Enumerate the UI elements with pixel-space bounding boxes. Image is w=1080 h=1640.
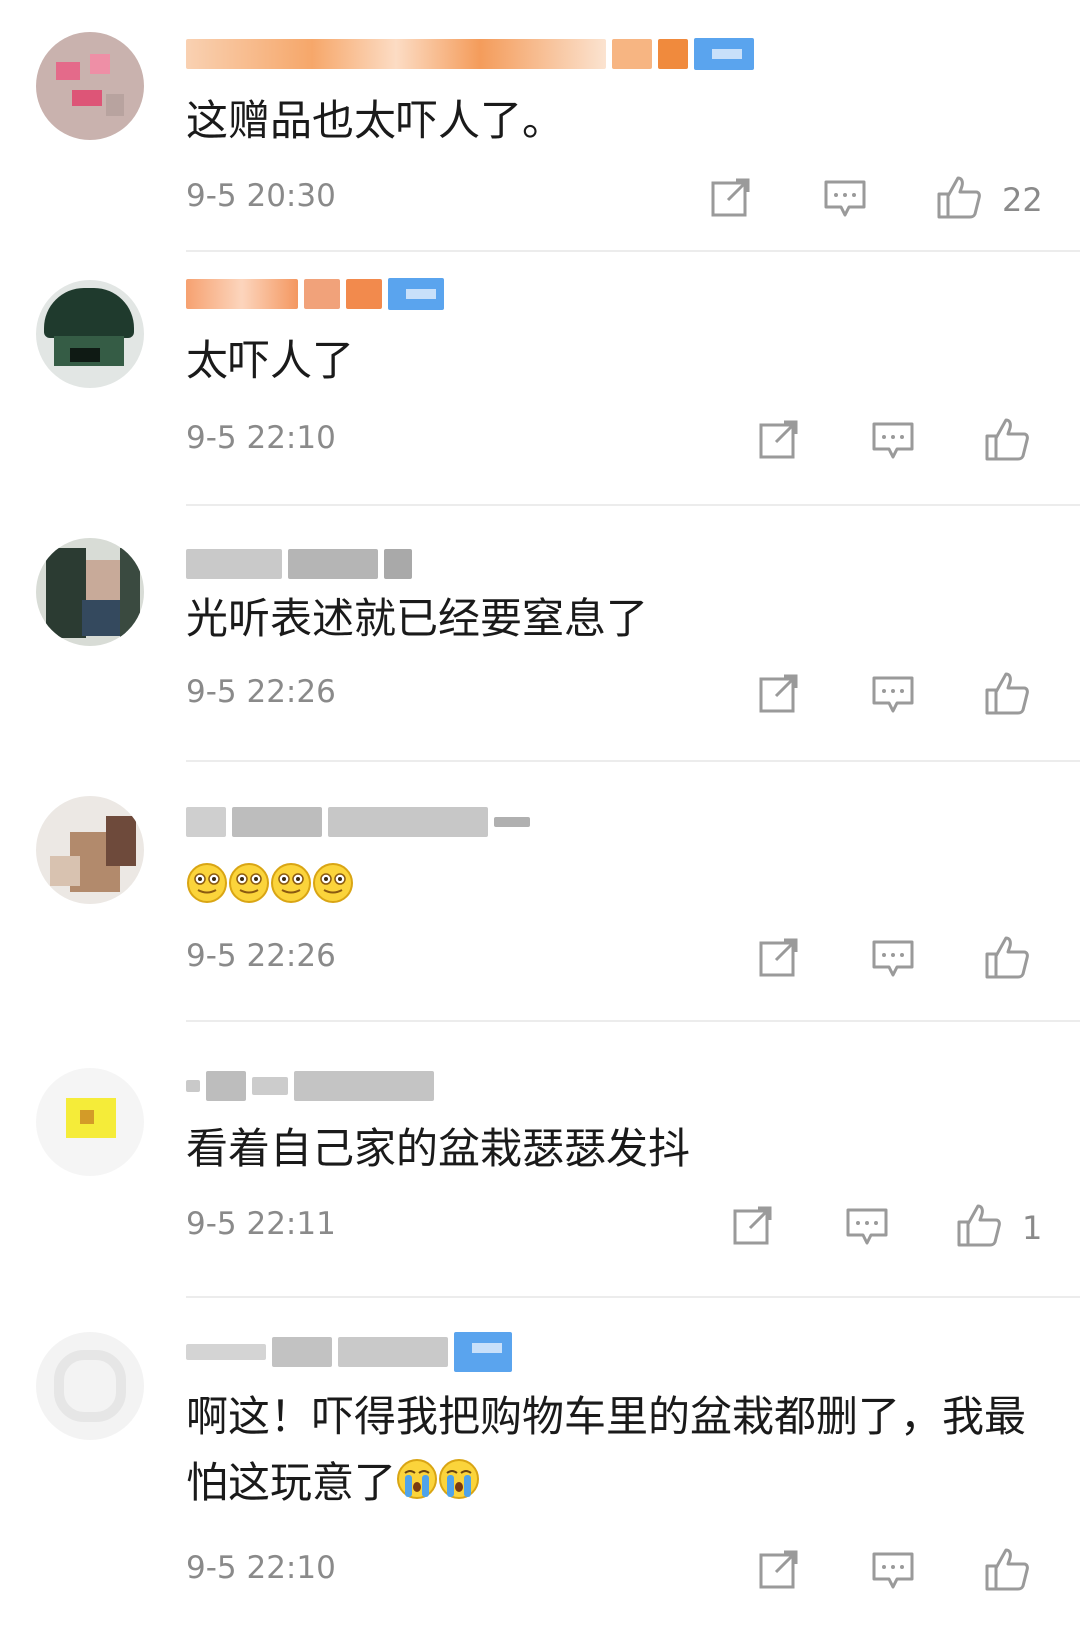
comment-time: 9-5 22:26 — [186, 938, 336, 974]
like-count: 22 — [1002, 181, 1043, 219]
thumbs-up-icon[interactable] — [984, 1546, 1030, 1592]
comment-item: 9-5 22:26 — [0, 762, 1080, 1022]
thumbs-up-icon[interactable] — [936, 174, 982, 220]
share-icon[interactable] — [756, 416, 802, 462]
share-icon[interactable] — [708, 174, 754, 220]
comment-text: 看着自己家的盆栽瑟瑟发抖 — [186, 1124, 691, 1173]
comment-emoji-row — [186, 854, 1040, 923]
username[interactable] — [186, 1332, 512, 1372]
smirk-face-icon — [186, 857, 228, 923]
comment-icon[interactable] — [844, 1204, 890, 1250]
thumbs-up-icon[interactable] — [984, 934, 1030, 980]
comment-text: 这赠品也太吓人了。 — [186, 96, 565, 145]
comment-time: 9-5 22:10 — [186, 1550, 336, 1586]
username[interactable] — [186, 544, 412, 584]
thumbs-up-icon[interactable] — [984, 670, 1030, 716]
comment-item: 光听表述就已经要窒息了 9-5 22:26 — [0, 506, 1080, 762]
avatar[interactable] — [36, 32, 144, 140]
avatar[interactable] — [36, 1332, 144, 1440]
comment-time: 9-5 22:26 — [186, 674, 336, 710]
thumbs-up-icon[interactable] — [956, 1202, 1002, 1248]
comment-item: 太吓人了 9-5 22:10 — [0, 252, 1080, 506]
comment-icon[interactable] — [870, 418, 916, 464]
smirk-face-icon — [228, 857, 270, 923]
comment-time: 9-5 22:10 — [186, 420, 336, 456]
avatar[interactable] — [36, 538, 144, 646]
divider — [186, 1020, 1080, 1022]
comment-icon[interactable] — [870, 672, 916, 718]
comment-text: 啊这！吓得我把购物车里的盆栽都删了，我最怕这玩意了 — [186, 1384, 1040, 1519]
avatar[interactable] — [36, 796, 144, 904]
avatar[interactable] — [36, 1068, 144, 1176]
comment-text: 太吓人了 — [186, 336, 355, 385]
vip-badge — [388, 278, 444, 310]
username[interactable] — [186, 274, 444, 314]
share-icon[interactable] — [756, 1546, 802, 1592]
crying-face-icon — [396, 1453, 438, 1519]
crying-face-icon — [438, 1453, 480, 1519]
comment-icon[interactable] — [870, 1548, 916, 1594]
thumbs-up-icon[interactable] — [984, 416, 1030, 462]
smirk-face-icon — [270, 857, 312, 923]
vip-badge — [454, 1332, 512, 1372]
username[interactable] — [186, 34, 754, 74]
avatar[interactable] — [36, 280, 144, 388]
comment-text-content: 啊这！吓得我把购物车里的盆栽都删了，我最怕这玩意了 — [186, 1392, 1027, 1507]
username[interactable] — [186, 1066, 434, 1106]
comment-item: 这赠品也太吓人了。 9-5 20:30 22 — [0, 0, 1080, 252]
comment-item: 看着自己家的盆栽瑟瑟发抖 9-5 22:11 1 — [0, 1034, 1080, 1298]
comment-icon[interactable] — [822, 176, 868, 222]
comment-time: 9-5 22:11 — [186, 1206, 336, 1242]
comment-item: 啊这！吓得我把购物车里的盆栽都删了，我最怕这玩意了 9-5 22:10 — [0, 1298, 1080, 1640]
like-count: 1 — [1022, 1209, 1043, 1247]
username[interactable] — [186, 802, 530, 842]
share-icon[interactable] — [756, 670, 802, 716]
share-icon[interactable] — [756, 934, 802, 980]
smirk-face-icon — [312, 857, 354, 923]
vip-badge — [694, 38, 754, 70]
comment-time: 9-5 20:30 — [186, 178, 336, 214]
share-icon[interactable] — [730, 1202, 776, 1248]
comment-text: 光听表述就已经要窒息了 — [186, 594, 649, 643]
comment-icon[interactable] — [870, 936, 916, 982]
